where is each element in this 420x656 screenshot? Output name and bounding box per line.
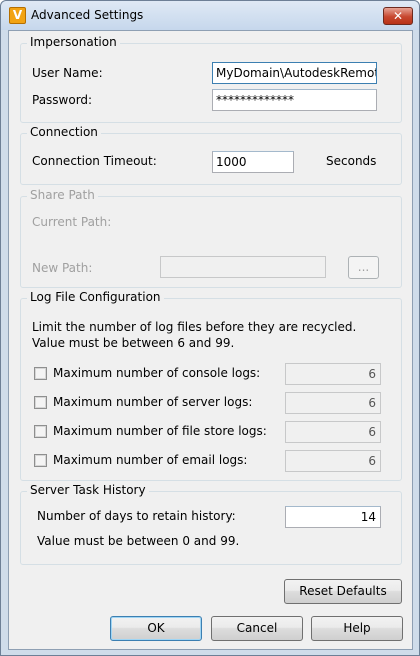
seconds-unit-label: Seconds xyxy=(326,154,377,168)
dialog-body: Impersonation User Name: MyDomain\Autode… xyxy=(8,30,413,650)
retain-days-hint: Value must be between 0 and 99. xyxy=(37,534,240,548)
connection-timeout-input[interactable]: 1000 xyxy=(212,151,294,173)
log-file-configuration-group: Log File Configuration Limit the number … xyxy=(20,290,402,481)
user-name-value: MyDomain\AutodeskRemote xyxy=(216,66,377,80)
help-button[interactable]: Help xyxy=(311,616,403,641)
server-task-history-group: Server Task History Number of days to re… xyxy=(20,483,402,565)
console-logs-label: Maximum number of console logs: xyxy=(53,366,261,380)
advanced-settings-dialog: V Advanced Settings ✕ Impersonation User… xyxy=(0,0,420,656)
password-label: Password: xyxy=(32,93,93,107)
email-logs-label: Maximum number of email logs: xyxy=(53,453,248,467)
console-logs-input[interactable]: 6 xyxy=(285,363,381,385)
connection-timeout-label: Connection Timeout: xyxy=(32,154,157,168)
log-file-description: Limit the number of log files before the… xyxy=(32,320,357,350)
reset-defaults-button[interactable]: Reset Defaults xyxy=(284,579,402,604)
file-store-logs-input[interactable]: 6 xyxy=(285,421,381,443)
file-store-logs-label: Maximum number of file store logs: xyxy=(53,424,267,438)
close-button[interactable]: ✕ xyxy=(383,7,413,25)
title-bar: V Advanced Settings ✕ xyxy=(1,1,419,30)
server-logs-label: Maximum number of server logs: xyxy=(53,395,253,409)
current-path-label: Current Path: xyxy=(32,215,112,229)
cancel-button[interactable]: Cancel xyxy=(211,616,303,641)
email-logs-input[interactable]: 6 xyxy=(285,450,381,472)
connection-group: Connection Connection Timeout: 1000 Seco… xyxy=(20,125,402,185)
user-name-label: User Name: xyxy=(32,66,103,80)
email-logs-checkbox[interactable] xyxy=(34,454,47,467)
file-store-logs-checkbox[interactable] xyxy=(34,425,47,438)
ok-button[interactable]: OK xyxy=(110,616,202,641)
window-title: Advanced Settings xyxy=(31,8,144,22)
new-path-label: New Path: xyxy=(32,261,93,275)
log-file-legend: Log File Configuration xyxy=(27,290,164,304)
server-logs-checkbox[interactable] xyxy=(34,396,47,409)
password-input[interactable]: ************* xyxy=(212,89,377,111)
user-name-input[interactable]: MyDomain\AutodeskRemote xyxy=(212,62,377,84)
impersonation-group: Impersonation User Name: MyDomain\Autode… xyxy=(20,35,402,123)
browse-button[interactable]: ... xyxy=(348,256,379,279)
autodesk-vault-icon: V xyxy=(9,7,26,24)
share-path-legend: Share Path xyxy=(27,188,98,202)
retain-days-input[interactable]: 14 xyxy=(285,506,381,528)
server-task-history-legend: Server Task History xyxy=(27,483,149,497)
server-logs-input[interactable]: 6 xyxy=(285,392,381,414)
impersonation-legend: Impersonation xyxy=(27,35,120,49)
retain-days-label: Number of days to retain history: xyxy=(37,509,236,523)
new-path-input[interactable] xyxy=(160,256,326,278)
console-logs-checkbox[interactable] xyxy=(34,367,47,380)
share-path-group: Share Path Current Path: New Path: ... xyxy=(20,188,402,288)
connection-legend: Connection xyxy=(27,125,101,139)
